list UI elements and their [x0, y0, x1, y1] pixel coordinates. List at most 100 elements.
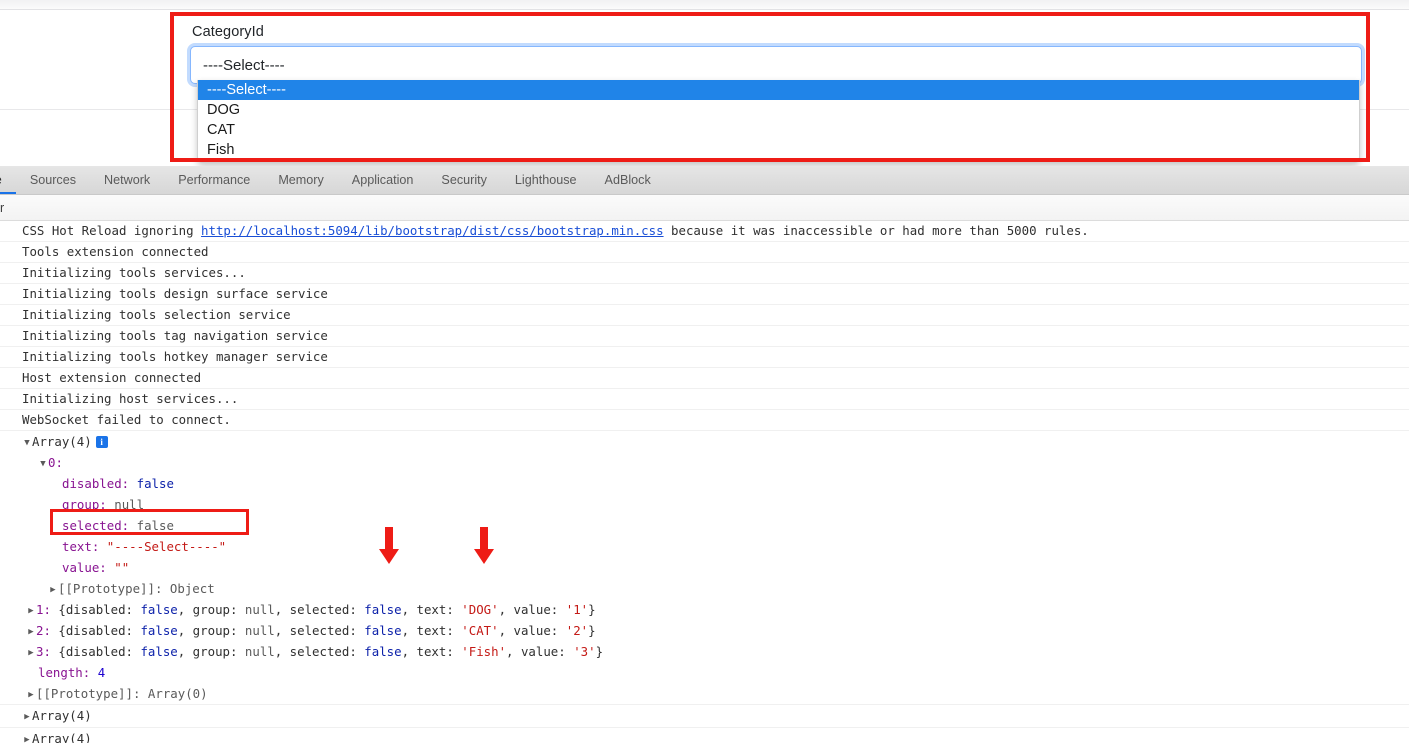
- tab-adblock[interactable]: AdBlock: [591, 166, 665, 194]
- object-property-disabled: disabled: false: [0, 473, 1409, 494]
- console-message-text: Initializing tools services...: [22, 265, 246, 280]
- array-prototype-row[interactable]: ▶ [[Prototype]]: Array(0): [0, 683, 1409, 704]
- tab-memory[interactable]: Memory: [264, 166, 337, 194]
- array-index-label: 1:: [36, 602, 51, 617]
- property-value: false: [136, 518, 174, 533]
- tab-performance[interactable]: Performance: [164, 166, 264, 194]
- property-key: group:: [62, 497, 107, 512]
- console-message: CSS Hot Reload ignoring http://localhost…: [0, 221, 1409, 242]
- console-message: WebSocket failed to connect.: [0, 410, 1409, 431]
- entry-text-key: , text:: [401, 623, 462, 638]
- entry-text-key: , text:: [401, 644, 462, 659]
- entry-prefix: {disabled:: [58, 644, 141, 659]
- array-label: Array(4): [32, 708, 92, 723]
- property-value: "----Select----": [106, 539, 227, 554]
- length-key: length:: [38, 665, 91, 680]
- category-form-group: CategoryId ----Select----: [190, 22, 1362, 84]
- entry-value-value: '3': [573, 644, 596, 659]
- disclosure-triangle-open-icon[interactable]: ▼: [22, 433, 32, 454]
- array-entry-row[interactable]: ▶ 2: {disabled: false, group: null, selec…: [0, 620, 1409, 641]
- entry-selected-value: false: [364, 623, 402, 638]
- dropdown-option-dog[interactable]: DOG: [198, 100, 1359, 120]
- array-length-row: length: 4: [0, 662, 1409, 683]
- console-message-text: WebSocket failed to connect.: [22, 412, 231, 427]
- console-message-text: Initializing host services...: [22, 391, 239, 406]
- entry-group-key: , group:: [177, 644, 245, 659]
- console-message: Initializing tools tag navigation servic…: [0, 326, 1409, 347]
- entry-prefix: {disabled:: [58, 623, 141, 638]
- console-object-message: ▼ Array(4) i ▼ 0: disabled: false group: nu…: [0, 431, 1409, 705]
- entry-value-value: '1': [565, 602, 589, 617]
- entry-selected-key: , selected:: [274, 644, 365, 659]
- dropdown-option-fish[interactable]: Fish: [198, 140, 1359, 160]
- console-message: Tools extension connected: [0, 242, 1409, 263]
- console-message: Initializing tools hotkey manager servic…: [0, 347, 1409, 368]
- property-key: text:: [62, 539, 100, 554]
- tab-lighthouse[interactable]: Lighthouse: [501, 166, 591, 194]
- entry-suffix: }: [595, 644, 604, 659]
- entry-selected-key: , selected:: [274, 602, 365, 617]
- tab-security[interactable]: Security: [427, 166, 501, 194]
- array-label: Array(4): [32, 731, 92, 743]
- tab-application[interactable]: Application: [338, 166, 428, 194]
- disclosure-triangle-closed-icon[interactable]: ▶: [26, 622, 36, 643]
- object-property-value: value: "": [0, 557, 1409, 578]
- dropdown-option-cat[interactable]: CAT: [198, 120, 1359, 140]
- entry-suffix: }: [588, 602, 596, 617]
- console-message-list: CSS Hot Reload ignoring http://localhost…: [0, 221, 1409, 743]
- object-property-text: text: "----Select----": [0, 536, 1409, 557]
- disclosure-triangle-closed-icon[interactable]: ▶: [22, 706, 32, 728]
- entry-text-value: 'CAT': [461, 623, 499, 638]
- array-entry-row[interactable]: ▶ 1: {disabled: false, group: null, selec…: [0, 599, 1409, 620]
- category-dropdown-list[interactable]: ----Select---- DOG CAT Fish: [197, 80, 1360, 163]
- entry-value-value: '2': [565, 623, 589, 638]
- console-collapsed-array-row[interactable]: ▶ Array(4): [0, 705, 1409, 728]
- console-message-text: Initializing tools selection service: [22, 307, 291, 322]
- entry-selected-key: , selected:: [274, 623, 365, 638]
- console-message-text: Host extension connected: [22, 370, 202, 385]
- console-message-link[interactable]: http://localhost:5094/lib/bootstrap/dist…: [201, 223, 664, 238]
- browser-page-area: CategoryId ----Select---- ----Select----…: [0, 0, 1409, 166]
- entry-prefix: {disabled:: [58, 602, 141, 617]
- entry-value-key: , value:: [498, 623, 566, 638]
- entry-disabled-value: false: [140, 644, 178, 659]
- category-select[interactable]: ----Select----: [190, 46, 1362, 84]
- console-message: Initializing tools services...: [0, 263, 1409, 284]
- console-message-text-after: because it was inaccessible or had more …: [663, 223, 1089, 238]
- prototype-label: [[Prototype]]: Array(0): [36, 686, 208, 701]
- console-message-text: CSS Hot Reload ignoring: [22, 223, 202, 238]
- entry-group-value: null: [244, 644, 275, 659]
- filter-input[interactable]: r: [0, 201, 4, 215]
- object-prototype-row[interactable]: ▶ [[Prototype]]: Object: [0, 578, 1409, 599]
- console-message: Initializing tools selection service: [0, 305, 1409, 326]
- disclosure-triangle-closed-icon[interactable]: ▶: [48, 580, 58, 601]
- console-message: Initializing tools design surface servic…: [0, 284, 1409, 305]
- category-label: CategoryId: [192, 24, 264, 40]
- array-root-label: Array(4): [32, 434, 92, 449]
- object-property-group: group: null: [0, 494, 1409, 515]
- entry-selected-value: false: [364, 644, 402, 659]
- console-collapsed-array-row[interactable]: ▶ Array(4): [0, 728, 1409, 743]
- array-entry-row[interactable]: ▶ 3: {disabled: false, group: null, selec…: [0, 641, 1409, 662]
- page-top-divider: [0, 9, 1409, 10]
- object-property-selected: selected: false: [0, 515, 1409, 536]
- disclosure-triangle-closed-icon[interactable]: ▶: [26, 643, 36, 664]
- disclosure-triangle-closed-icon[interactable]: ▶: [26, 685, 36, 704]
- console-message: Initializing host services...: [0, 389, 1409, 410]
- dropdown-option-select[interactable]: ----Select----: [198, 80, 1359, 100]
- entry-selected-value: false: [364, 602, 402, 617]
- tab-console[interactable]: le: [0, 166, 16, 194]
- array-index-label: 0:: [48, 455, 63, 470]
- entry-group-key: , group:: [177, 623, 245, 638]
- tab-network[interactable]: Network: [90, 166, 164, 194]
- disclosure-triangle-open-icon[interactable]: ▼: [38, 454, 48, 475]
- disclosure-triangle-closed-icon[interactable]: ▶: [22, 729, 32, 743]
- console-message: Host extension connected: [0, 368, 1409, 389]
- entry-suffix: }: [588, 623, 596, 638]
- tab-sources[interactable]: Sources: [16, 166, 90, 194]
- object-tree-index-0[interactable]: ▼ 0:: [0, 452, 1409, 473]
- object-tree-root[interactable]: ▼ Array(4) i: [0, 431, 1409, 452]
- entry-value-key: , value:: [506, 644, 574, 659]
- disclosure-triangle-closed-icon[interactable]: ▶: [26, 601, 36, 622]
- devtools-filter-bar[interactable]: r: [0, 195, 1409, 221]
